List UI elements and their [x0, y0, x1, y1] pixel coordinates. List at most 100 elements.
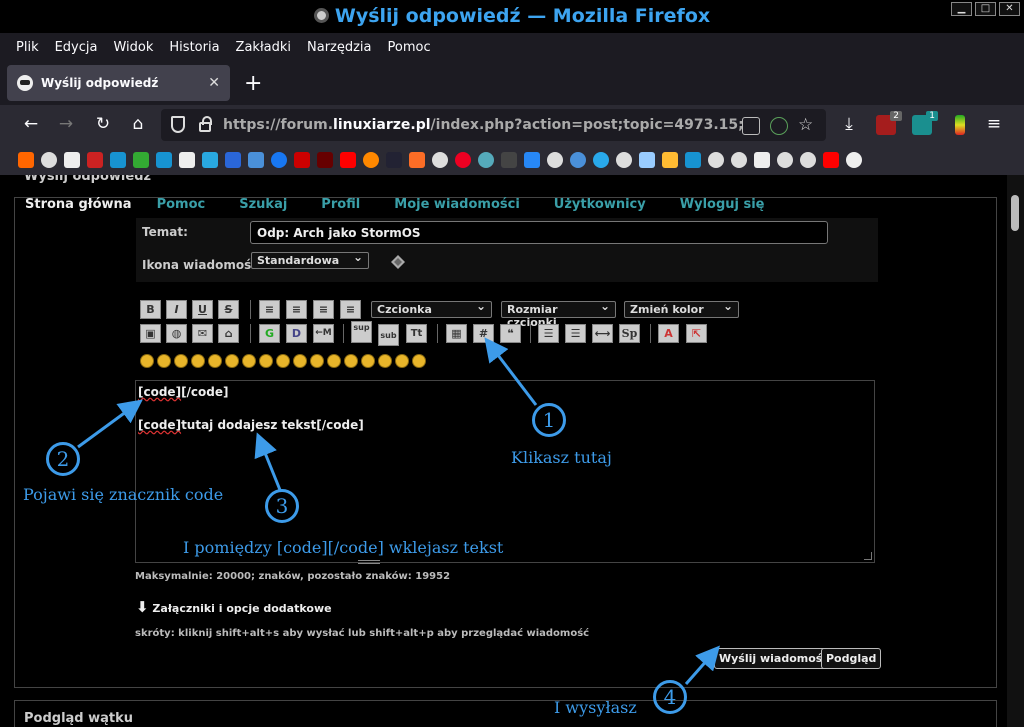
bookmark-icon[interactable]: [662, 152, 678, 168]
remove-format-button[interactable]: A: [658, 324, 679, 343]
bookmark-icon[interactable]: [248, 152, 264, 168]
youtube-icon[interactable]: [823, 152, 839, 168]
github-icon[interactable]: [432, 152, 448, 168]
shadow-button[interactable]: D: [286, 324, 307, 343]
menu-narzedzia[interactable]: Narzędzia: [307, 40, 372, 55]
send-message-button[interactable]: Wyślij wiadomość: [714, 648, 834, 669]
email-button[interactable]: ✉: [192, 324, 213, 343]
bookmark-icon[interactable]: [478, 152, 494, 168]
reload-button[interactable]: ↻: [92, 114, 114, 134]
align-right-button[interactable]: ≡: [340, 300, 361, 319]
smiley-icon[interactable]: [361, 354, 375, 368]
toggle-view-button[interactable]: ⇱: [686, 324, 707, 343]
github-icon[interactable]: [731, 152, 747, 168]
table-button[interactable]: ▦: [446, 324, 467, 343]
smiley-icon[interactable]: [225, 354, 239, 368]
minimize-button[interactable]: ▁: [951, 2, 972, 16]
bookmark-icon[interactable]: [18, 152, 34, 168]
home-button[interactable]: ⌂: [127, 114, 149, 134]
smiley-icon[interactable]: [378, 354, 392, 368]
ublock-extension-icon[interactable]: 2: [876, 111, 902, 135]
back-button[interactable]: ←: [20, 114, 42, 134]
bookmark-icon[interactable]: [317, 152, 333, 168]
arch-bookmark-icon[interactable]: [156, 152, 172, 168]
align-center-button[interactable]: ≡: [286, 300, 307, 319]
menu-profile-link[interactable]: Profil: [321, 197, 360, 212]
smiley-icon[interactable]: [140, 354, 154, 368]
bookmark-icon[interactable]: [64, 152, 80, 168]
smiley-icon[interactable]: [191, 354, 205, 368]
resize-grip-icon[interactable]: [864, 552, 872, 560]
bookmark-icon[interactable]: [455, 152, 471, 168]
vk-icon[interactable]: [524, 152, 540, 168]
smiley-icon[interactable]: [259, 354, 273, 368]
arch-bookmark-icon[interactable]: [110, 152, 126, 168]
menu-zakladki[interactable]: Zakładki: [236, 40, 291, 55]
italic-button[interactable]: I: [166, 300, 187, 319]
tracking-protection-icon[interactable]: [171, 116, 185, 133]
code-button[interactable]: #: [473, 324, 494, 343]
smiley-icon[interactable]: [310, 354, 324, 368]
align-left-button[interactable]: ≡: [259, 300, 280, 319]
facebook-icon[interactable]: [271, 152, 287, 168]
tab-close-icon[interactable]: ✕: [208, 75, 220, 91]
teletype-button[interactable]: Tt: [406, 324, 427, 343]
bookmark-star-icon[interactable]: ☆: [798, 117, 816, 135]
bookmark-icon[interactable]: [363, 152, 379, 168]
menu-help-link[interactable]: Pomoc: [157, 197, 206, 212]
maximize-button[interactable]: □: [975, 2, 996, 16]
new-tab-button[interactable]: +: [244, 71, 262, 96]
bookmark-icon[interactable]: [179, 152, 195, 168]
smiley-icon[interactable]: [208, 354, 222, 368]
bookmark-icon[interactable]: [754, 152, 770, 168]
github-icon[interactable]: [708, 152, 724, 168]
menu-users-link[interactable]: Użytkownicy: [554, 197, 646, 212]
stylus-extension-icon[interactable]: 1: [912, 111, 938, 135]
youtube-icon[interactable]: [340, 152, 356, 168]
horizontal-rule-button[interactable]: ⟷: [592, 324, 613, 343]
message-textarea[interactable]: [code][/code] [code]tutaj dodajesz tekst…: [135, 380, 875, 563]
glow-button[interactable]: G: [259, 324, 280, 343]
scrollbar-thumb[interactable]: [1011, 195, 1019, 231]
page-scrollbar[interactable]: [1007, 175, 1024, 727]
url-bar[interactable]: https://forum.linuxiarze.pl/index.php?ac…: [161, 109, 826, 141]
bookmark-icon[interactable]: [225, 152, 241, 168]
bookmark-icon[interactable]: [570, 152, 586, 168]
menu-messages-link[interactable]: Moje wiadomości: [394, 197, 520, 212]
bullet-list-button[interactable]: ☰: [538, 324, 559, 343]
download-icon[interactable]: ⤓: [838, 114, 860, 134]
battery-extension-icon[interactable]: [955, 115, 965, 135]
smiley-icon[interactable]: [293, 354, 307, 368]
smiley-icon[interactable]: [242, 354, 256, 368]
font-size-select[interactable]: Rozmiar czcionki: [501, 299, 616, 329]
smiley-icon[interactable]: [276, 354, 290, 368]
github-icon[interactable]: [800, 152, 816, 168]
close-window-button[interactable]: ✕: [999, 2, 1020, 16]
nodejs-extension-icon[interactable]: [770, 117, 788, 135]
align-justify-button[interactable]: ≡: [313, 300, 334, 319]
gitlab-icon[interactable]: [409, 152, 425, 168]
ftp-button[interactable]: ⌂: [218, 324, 239, 343]
message-icon-select[interactable]: Standardowa: [251, 250, 369, 269]
bookmark-icon[interactable]: [386, 152, 402, 168]
font-color-select[interactable]: Zmień kolor: [624, 299, 739, 318]
arch-bookmark-icon[interactable]: [685, 152, 701, 168]
numbered-list-button[interactable]: ☰: [565, 324, 586, 343]
textarea-drag-handle[interactable]: [358, 560, 380, 564]
image-button[interactable]: ▣: [140, 324, 161, 343]
menu-edycja[interactable]: Edycja: [55, 40, 98, 55]
bookmark-icon[interactable]: [202, 152, 218, 168]
marquee-button[interactable]: ←M: [313, 324, 334, 343]
smiley-icon[interactable]: [157, 354, 171, 368]
smiley-icon[interactable]: [412, 354, 426, 368]
github-icon[interactable]: [777, 152, 793, 168]
github-icon[interactable]: [616, 152, 632, 168]
menu-home-link[interactable]: Strona główna: [25, 197, 132, 212]
menu-plik[interactable]: Plik: [16, 40, 39, 55]
strikethrough-button[interactable]: S: [218, 300, 239, 319]
superscript-button[interactable]: sup: [351, 321, 372, 343]
spellcheck-button[interactable]: Sp: [619, 324, 640, 343]
menu-widok[interactable]: Widok: [113, 40, 153, 55]
bookmark-icon[interactable]: [639, 152, 655, 168]
menu-search-link[interactable]: Szukaj: [239, 197, 287, 212]
